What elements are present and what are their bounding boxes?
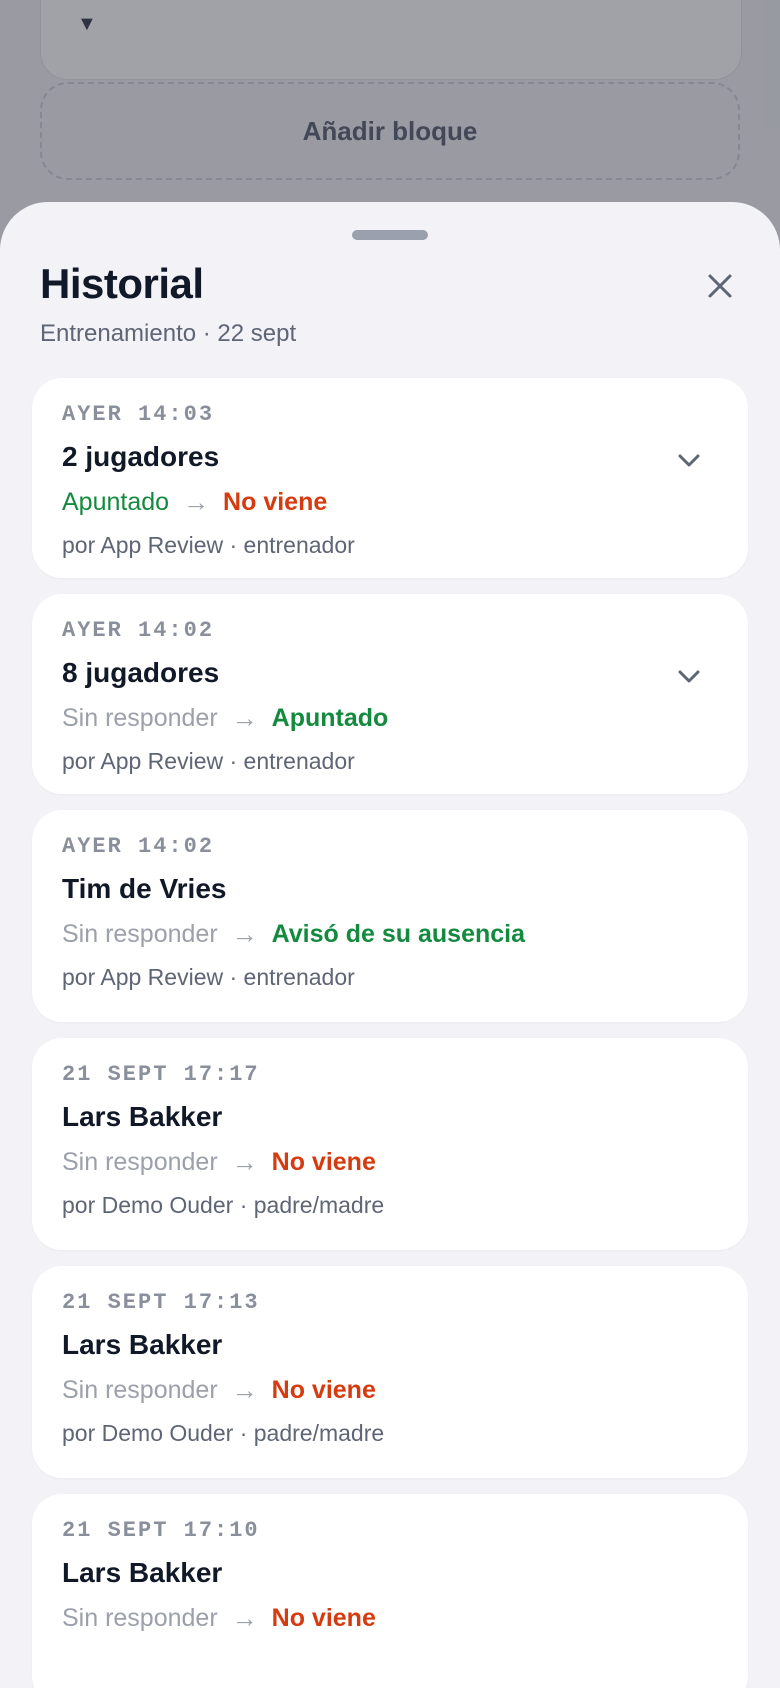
history-entry: 21 SEPT 17:10 Lars Bakker Sin responder … [32, 1494, 748, 1688]
entry-author: por Demo Ouder · padre/madre [62, 1420, 385, 1446]
arrow-right-icon: → [231, 1147, 258, 1177]
status-change: Sin responder → No viene [62, 1147, 718, 1178]
status-from: Sin responder [62, 920, 218, 948]
status-to: Avisó de su ausencia [271, 920, 526, 948]
history-entry: 21 SEPT 17:13 Lars Bakker Sin responder … [32, 1266, 748, 1478]
sheet-title: Historial [40, 260, 204, 307]
entry-subject: Tim de Vries [62, 873, 227, 904]
entry-subject: Lars Bakker [62, 1101, 223, 1132]
chevron-down-icon [678, 670, 700, 683]
status-to: No viene [271, 1604, 376, 1632]
sheet-subtitle: Entrenamiento · 22 sept [40, 320, 297, 347]
status-to: Apuntado [271, 704, 389, 732]
entry-timestamp: AYER 14:03 [62, 402, 215, 427]
status-from: Sin responder [62, 1148, 218, 1176]
history-entry: AYER 14:02 Tim de Vries Sin responder → … [32, 810, 748, 1022]
entry-timestamp: 21 SEPT 17:10 [62, 1518, 260, 1543]
history-entry: 21 SEPT 17:17 Lars Bakker Sin responder … [32, 1038, 748, 1250]
arrow-right-icon: → [183, 487, 210, 517]
chevron-down-icon [678, 454, 700, 467]
entry-author: por Demo Ouder · padre/madre [62, 1192, 385, 1218]
drag-handle[interactable] [352, 230, 428, 240]
entry-subject: Lars Bakker [62, 1329, 223, 1360]
arrow-right-icon: → [231, 1375, 258, 1405]
entry-subject: Lars Bakker [62, 1557, 223, 1588]
entry-timestamp: 21 SEPT 17:17 [62, 1062, 260, 1087]
entry-author: por App Review · entrenador [62, 748, 355, 774]
status-from: Sin responder [62, 1376, 218, 1404]
status-from: Sin responder [62, 1604, 218, 1632]
entry-timestamp: AYER 14:02 [62, 618, 215, 643]
entry-author: por App Review · entrenador [62, 964, 355, 990]
status-change: Sin responder → Avisó de su ausencia [62, 919, 718, 950]
arrow-right-icon: → [231, 703, 258, 733]
expand-button[interactable] [674, 446, 704, 476]
entry-timestamp: 21 SEPT 17:13 [62, 1290, 260, 1315]
status-to: No viene [223, 488, 328, 516]
entry-subject: 2 jugadores [62, 441, 220, 472]
history-sheet: Historial Entrenamiento · 22 sept AYER 1… [0, 202, 780, 1688]
history-entry[interactable]: AYER 14:03 2 jugadores Apuntado → No vie… [32, 378, 748, 578]
close-button[interactable] [700, 266, 740, 306]
arrow-right-icon: → [231, 1603, 258, 1633]
close-icon [708, 274, 732, 298]
status-change: Sin responder → No viene [62, 1375, 718, 1406]
status-to: No viene [271, 1376, 376, 1404]
entry-timestamp: AYER 14:02 [62, 834, 215, 859]
history-list: AYER 14:03 2 jugadores Apuntado → No vie… [32, 378, 748, 1688]
entry-author: por App Review · entrenador [62, 532, 355, 558]
status-from: Sin responder [62, 704, 218, 732]
arrow-right-icon: → [231, 919, 258, 949]
status-to: No viene [271, 1148, 376, 1176]
status-change: Sin responder → Apuntado [62, 703, 718, 734]
status-change: Apuntado → No viene [62, 487, 718, 518]
entry-subject: 8 jugadores [62, 657, 220, 688]
status-change: Sin responder → No viene [62, 1603, 718, 1634]
status-from: Apuntado [62, 488, 170, 516]
history-entry[interactable]: AYER 14:02 8 jugadores Sin responder → A… [32, 594, 748, 794]
expand-button[interactable] [674, 662, 704, 692]
